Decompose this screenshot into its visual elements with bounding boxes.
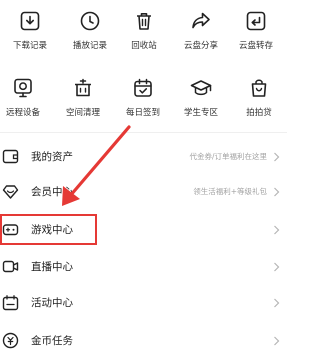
space-cleanup-button[interactable]: 空间清理 <box>56 77 110 121</box>
wallet-icon <box>2 149 19 164</box>
chevron-right-icon <box>274 336 280 346</box>
download-record-icon <box>20 11 40 31</box>
chevron-right-icon <box>274 262 280 272</box>
activity-calendar-icon <box>2 295 19 311</box>
menu-item-label: 我的资产 <box>31 151 73 163</box>
calendar-icon <box>134 78 152 97</box>
download-record-label: 下载记录 <box>12 41 47 51</box>
menu-item-label: 金币任务 <box>31 335 73 347</box>
paipaidai-label: 拍拍贷 <box>246 108 272 118</box>
play-record-label: 播放记录 <box>72 41 107 51</box>
chevron-right-icon <box>274 152 280 162</box>
remote-device-label: 远程设备 <box>5 108 40 118</box>
daily-checkin-button[interactable]: 每日签到 <box>116 77 170 121</box>
quick-actions-row-1: 下载记录 播放记录 回收站 云盘分享 云盘转存 <box>0 10 287 54</box>
diamond-icon <box>2 185 19 199</box>
trash-icon <box>137 13 151 30</box>
camera-device-icon <box>14 78 32 98</box>
menu-item-label: 活动中心 <box>31 297 73 309</box>
chevron-right-icon <box>274 298 280 308</box>
menu-item-live-center[interactable]: 直播中心 <box>0 255 287 279</box>
chevron-right-icon <box>274 187 280 197</box>
quick-actions-row-2: 远程设备 空间清理 每日签到 学生专区 拍拍贷 <box>0 77 287 121</box>
shopping-bag-icon <box>251 79 267 97</box>
chevron-right-icon <box>274 225 280 235</box>
space-cleanup-label: 空间清理 <box>65 108 100 118</box>
highlight-box <box>0 214 97 245</box>
cloud-transfer-button[interactable]: 云盘转存 <box>229 10 283 54</box>
recycle-bin-button[interactable]: 回收站 <box>117 10 171 54</box>
daily-checkin-label: 每日签到 <box>125 108 160 118</box>
menu-item-vip-center[interactable]: 会员中心 领生活福利+等级礼包 <box>0 180 287 204</box>
menu-item-coin-tasks[interactable]: 金币任务 <box>0 329 287 353</box>
live-video-icon <box>2 260 19 273</box>
cloud-share-label: 云盘分享 <box>183 41 218 51</box>
transfer-icon <box>246 11 266 31</box>
clean-pot-icon <box>75 78 91 97</box>
cloud-transfer-label: 云盘转存 <box>238 41 273 51</box>
menu-item-hint: 代金券/订单福利在这里 <box>189 152 267 161</box>
coin-icon <box>2 332 19 349</box>
student-zone-label: 学生专区 <box>183 108 218 118</box>
section-divider <box>0 132 287 133</box>
graduation-cap-icon <box>190 80 212 96</box>
paipaidai-button[interactable]: 拍拍贷 <box>232 77 286 121</box>
clock-icon <box>80 11 100 31</box>
download-record-button[interactable]: 下载记录 <box>3 10 57 54</box>
menu-item-label: 直播中心 <box>31 261 73 273</box>
remote-device-button[interactable]: 远程设备 <box>0 77 50 121</box>
menu-item-label: 会员中心 <box>31 186 73 198</box>
recycle-bin-label: 回收站 <box>131 41 157 51</box>
menu-item-my-assets[interactable]: 我的资产 代金券/订单福利在这里 <box>0 145 287 169</box>
cloud-share-button[interactable]: 云盘分享 <box>174 10 228 54</box>
menu-item-hint: 领生活福利+等级礼包 <box>193 187 267 196</box>
share-icon <box>192 12 210 29</box>
student-zone-button[interactable]: 学生专区 <box>174 77 228 121</box>
menu-item-activity-center[interactable]: 活动中心 <box>0 291 287 315</box>
play-record-button[interactable]: 播放记录 <box>63 10 117 54</box>
